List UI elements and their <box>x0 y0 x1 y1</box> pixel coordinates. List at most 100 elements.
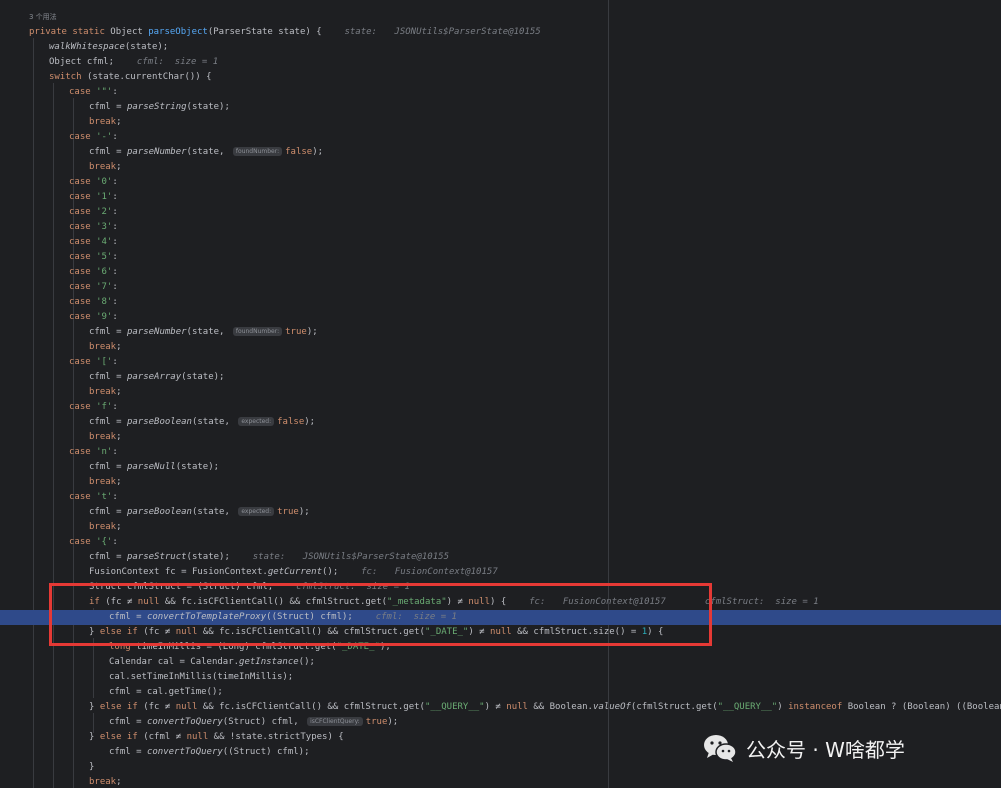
code-token: '7' <box>96 282 113 292</box>
code-line[interactable]: case '8': <box>0 295 1001 310</box>
code-line[interactable]: case '"': <box>0 85 1001 100</box>
code-text: break; <box>89 340 122 355</box>
code-line[interactable]: case 'f': <box>0 400 1001 415</box>
code-line[interactable]: break; <box>0 430 1001 445</box>
code-token: (state); <box>181 372 225 382</box>
code-line[interactable]: case '[': <box>0 355 1001 370</box>
code-token: case <box>69 297 97 307</box>
code-line[interactable]: break; <box>0 115 1001 130</box>
code-line[interactable]: case '4': <box>0 235 1001 250</box>
code-token: false <box>285 147 313 157</box>
code-token: else if <box>99 702 144 712</box>
code-line[interactable]: cfml = parseNumber(state, foundNumber: fa… <box>0 145 1001 160</box>
code-token: '[' <box>96 357 113 367</box>
code-token: : <box>112 402 118 412</box>
code-token: : <box>112 447 118 457</box>
code-token: (state); <box>124 42 169 52</box>
code-line[interactable]: case '{': <box>0 535 1001 550</box>
code-text: } <box>89 760 94 775</box>
code-line[interactable]: case '-': <box>0 130 1001 145</box>
code-line[interactable]: case '9': <box>0 310 1001 325</box>
parameter-hint: expected: <box>238 507 275 516</box>
code-line[interactable]: case '5': <box>0 250 1001 265</box>
code-line[interactable]: break; <box>0 475 1001 490</box>
code-token: '0' <box>96 177 113 187</box>
wechat-watermark: 公众号 · W啥都学 <box>702 730 905 766</box>
code-token: : <box>112 282 118 292</box>
code-token: case <box>69 237 97 247</box>
code-line[interactable]: cfml = convertToQuery(Struct) cfml, isCF… <box>0 715 1001 730</box>
code-token: true <box>365 717 388 727</box>
code-token: cfml = <box>89 417 127 427</box>
code-text: case '3': <box>69 220 118 235</box>
code-line[interactable]: case '0': <box>0 175 1001 190</box>
code-token: case <box>69 357 97 367</box>
code-line[interactable]: cfml = parseArray(state); <box>0 370 1001 385</box>
code-text: walkWhitespace(state); <box>49 40 168 55</box>
code-line[interactable]: cfml = cal.getTime(); <box>0 685 1001 700</box>
code-token: ) ≠ <box>484 702 507 712</box>
code-token: true <box>285 327 307 337</box>
code-line[interactable]: case '7': <box>0 280 1001 295</box>
code-token: : <box>112 87 118 97</box>
code-line[interactable]: Calendar cal = Calendar.getInstance(); <box>0 655 1001 670</box>
code-line[interactable]: break; <box>0 520 1001 535</box>
code-token: null <box>186 732 214 742</box>
code-text: } else if (cfml ≠ null && !state.strictT… <box>89 730 344 745</box>
code-text: case '8': <box>69 295 118 310</box>
code-line[interactable]: FusionContext fc = FusionContext.getCurr… <box>0 565 1001 580</box>
code-text: case 'n': <box>69 445 118 460</box>
code-token: convertToQuery <box>146 747 223 757</box>
code-line[interactable]: cfml = parseNumber(state, foundNumber: tr… <box>0 325 1001 340</box>
code-line[interactable]: case 'n': <box>0 445 1001 460</box>
code-token: break <box>89 522 117 532</box>
code-token: cfml = <box>89 372 127 382</box>
code-line[interactable]: case '1': <box>0 190 1001 205</box>
code-token: ); <box>304 417 316 427</box>
code-line[interactable]: cfml = parseBoolean(state, expected: fals… <box>0 415 1001 430</box>
code-editor[interactable]: 3 个用法 private static Object parseObject(… <box>0 0 1001 788</box>
code-line[interactable]: } else if (fc ≠ null && fc.isCFClientCal… <box>0 700 1001 715</box>
code-line[interactable]: cfml = parseBoolean(state, expected: true… <box>0 505 1001 520</box>
code-token: : <box>112 192 118 202</box>
code-text: case '2': <box>69 205 118 220</box>
code-text: cfml = convertToQuery(Struct) cfml, isCF… <box>109 715 398 730</box>
code-token: getCurrent <box>267 567 322 577</box>
code-line[interactable]: case '6': <box>0 265 1001 280</box>
code-line[interactable]: case 't': <box>0 490 1001 505</box>
code-line[interactable]: case '3': <box>0 220 1001 235</box>
code-line[interactable]: walkWhitespace(state); <box>0 40 1001 55</box>
code-line[interactable]: cal.setTimeInMillis(timeInMillis); <box>0 670 1001 685</box>
code-line[interactable]: break; <box>0 340 1001 355</box>
code-token: ((Struct) cfml); <box>222 747 310 757</box>
usages-hint[interactable]: 3 个用法 <box>29 12 57 22</box>
parameter-hint: foundNumber: <box>232 327 283 336</box>
code-line[interactable]: Object cfml; cfml: size = 1 <box>0 55 1001 70</box>
code-token: ; <box>116 777 122 787</box>
code-line[interactable]: cfml = parseString(state); <box>0 100 1001 115</box>
debug-inline-value: FusionContext@10157 <box>394 567 498 577</box>
code-text: case '0': <box>69 175 118 190</box>
code-line[interactable]: switch (state.currentChar()) { <box>0 70 1001 85</box>
code-text: case 'f': <box>69 400 118 415</box>
code-token: } <box>89 702 100 712</box>
code-token: case <box>69 492 97 502</box>
code-token: case <box>69 87 97 97</box>
code-text: cfml = parseString(state); <box>89 100 230 115</box>
code-token: '3' <box>96 222 113 232</box>
code-line[interactable]: break; <box>0 160 1001 175</box>
code-line[interactable]: private static Object parseObject(Parser… <box>0 25 1001 40</box>
debug-inline-value: state: <box>241 552 291 562</box>
code-token: null <box>506 702 534 712</box>
code-text: cfml = parseBoolean(state, expected: fals… <box>89 415 315 430</box>
code-line[interactable]: cfml = parseStruct(state); state: JSONUt… <box>0 550 1001 565</box>
code-line[interactable]: case '2': <box>0 205 1001 220</box>
code-token: case <box>69 282 97 292</box>
code-line[interactable]: break; <box>0 775 1001 788</box>
code-token: ) <box>777 702 789 712</box>
code-text: break; <box>89 475 122 490</box>
code-token: cfml = <box>89 552 127 562</box>
code-line[interactable]: break; <box>0 385 1001 400</box>
code-line[interactable]: cfml = parseNull(state); <box>0 460 1001 475</box>
debug-inline-value: JSONUtils$ParserState@10155 <box>394 27 541 37</box>
